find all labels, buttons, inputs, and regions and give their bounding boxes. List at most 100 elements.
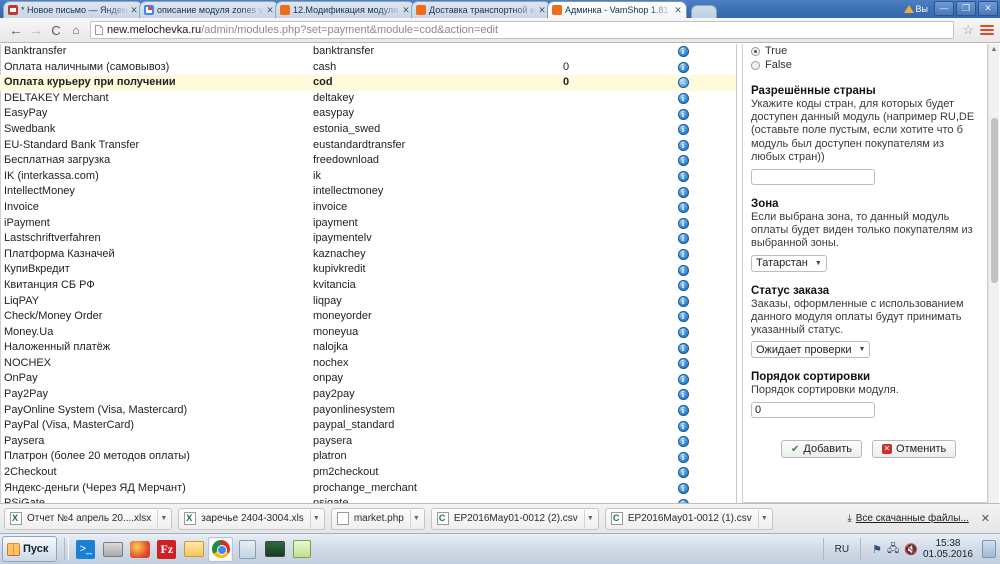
filezilla-icon[interactable]: Fz (154, 537, 179, 562)
chevron-down-icon[interactable]: ▼ (309, 509, 322, 528)
cancel-button[interactable]: ✕ Отменить (872, 440, 957, 459)
table-row[interactable]: iPayment ipayment i (0, 216, 736, 232)
table-row[interactable]: PSiGatepsigatei (0, 496, 736, 503)
module-action-cell[interactable]: i (663, 326, 703, 338)
table-row[interactable]: Invoice invoice i (0, 200, 736, 216)
show-all-downloads-link[interactable]: ⤓ Все скачанные файлы... (847, 513, 968, 524)
module-action-cell[interactable]: → (663, 77, 703, 89)
module-action-cell[interactable]: i (663, 249, 703, 261)
download-item[interactable]: EP2016May01-0012 (2).csv ▼ (430, 507, 599, 530)
module-action-cell[interactable]: i (663, 108, 703, 120)
show-desktop-button[interactable] (982, 540, 996, 558)
sort-order-input[interactable] (751, 402, 875, 419)
tab-close-icon[interactable]: ✕ (537, 5, 547, 16)
chevron-down-icon[interactable]: ▼ (757, 509, 770, 528)
page-scrollbar[interactable]: ▲ (988, 44, 999, 503)
module-action-cell[interactable]: i (663, 233, 703, 245)
info-icon[interactable]: i (677, 358, 689, 370)
clock[interactable]: 15:38 01.05.2016 (923, 538, 973, 560)
zone-select[interactable]: Татарстан ▼ (751, 254, 827, 272)
calculator-icon[interactable] (235, 537, 260, 562)
module-action-cell[interactable]: i (663, 61, 703, 73)
module-action-cell[interactable]: i (663, 295, 703, 307)
browser-tab-2[interactable]: описание модуля zones va ✕ (139, 1, 279, 18)
new-tab-button[interactable] (691, 5, 717, 18)
module-action-cell[interactable]: i (663, 280, 703, 292)
info-icon[interactable]: i (677, 311, 689, 323)
module-action-cell[interactable]: i (663, 124, 703, 136)
browser-tab-3[interactable]: 12.Модификация модуля д ✕ (275, 1, 415, 18)
menu-icon[interactable] (980, 25, 994, 35)
module-action-cell[interactable]: i (663, 217, 703, 229)
table-row[interactable]: Lastschriftverfahren ipaymentelv i (0, 231, 736, 247)
notification-badge[interactable]: Вы (903, 4, 928, 14)
table-row[interactable]: Money.Ua moneyua i (0, 325, 736, 341)
network-icon[interactable]: 🖧 (887, 540, 899, 559)
language-indicator[interactable]: RU (835, 544, 849, 555)
back-icon[interactable]: ← (6, 22, 26, 38)
table-row[interactable]: Check/Money Order moneyorder i (0, 309, 736, 325)
radio-false-row[interactable]: False (751, 58, 979, 72)
info-icon[interactable]: i (677, 202, 689, 214)
table-row[interactable]: Квитанция СБ РФ kvitancia i (0, 278, 736, 294)
module-action-cell[interactable]: i (663, 264, 703, 276)
table-row[interactable]: PayPal (Visa, MasterCard) paypal_standard… (0, 418, 736, 434)
minimize-button[interactable]: — (934, 1, 954, 16)
close-button[interactable]: ✕ (978, 1, 998, 16)
info-icon[interactable]: i (677, 404, 689, 416)
module-action-cell[interactable]: i (663, 155, 703, 167)
info-icon[interactable]: i (677, 451, 689, 463)
table-row[interactable]: Бесплатная загрузка freedownload i (0, 153, 736, 169)
module-action-cell[interactable]: i (663, 186, 703, 198)
info-icon[interactable]: i (677, 389, 689, 401)
info-icon[interactable]: i (677, 264, 689, 276)
notepad-icon[interactable] (289, 537, 314, 562)
radio-true-icon[interactable] (751, 46, 760, 56)
info-icon[interactable]: i (677, 326, 689, 338)
module-action-cell[interactable]: i (663, 358, 703, 370)
folder-icon[interactable] (181, 537, 206, 562)
radio-true-row[interactable]: True (751, 44, 979, 58)
info-icon[interactable]: i (677, 61, 689, 73)
info-icon[interactable]: i (677, 217, 689, 229)
info-icon[interactable]: i (677, 373, 689, 385)
info-icon[interactable]: i (677, 295, 689, 307)
browser-tab-1[interactable]: * Новое письмо — Яндекс. ✕ (3, 1, 143, 18)
table-row[interactable]: Paysera paysera i (0, 434, 736, 450)
table-row[interactable]: PayOnline System (Visa, Mastercard) payon… (0, 403, 736, 419)
browser-tab-4[interactable]: Доставка транспортной ко ✕ (411, 1, 551, 18)
module-action-cell[interactable]: i (663, 420, 703, 432)
info-icon[interactable]: i (677, 342, 689, 354)
info-icon[interactable]: i (677, 186, 689, 198)
home-icon[interactable]: ⌂ (66, 23, 86, 37)
tab-close-icon[interactable]: ✕ (265, 5, 275, 16)
module-action-cell[interactable]: i (663, 202, 703, 214)
info-icon[interactable]: i (677, 124, 689, 136)
order-status-select[interactable]: Ожидает проверки ▼ (751, 341, 871, 359)
table-row[interactable]: LiqPAY liqpay i (0, 294, 736, 310)
download-item[interactable]: заречье 2404-3004.xls ▼ (178, 507, 325, 530)
radio-false-icon[interactable] (751, 60, 760, 70)
table-row[interactable]: Pay2Pay pay2pay i (0, 387, 736, 403)
info-icon[interactable]: i (677, 420, 689, 432)
module-action-cell[interactable]: i (663, 342, 703, 354)
table-row[interactable]: Платформа Казначей kaznachey i (0, 247, 736, 263)
module-action-cell[interactable]: i (663, 467, 703, 479)
info-icon[interactable]: i (677, 280, 689, 292)
info-icon[interactable]: i (677, 93, 689, 105)
flag-icon[interactable]: ⚑ (872, 543, 882, 556)
start-button[interactable]: Пуск (2, 536, 58, 562)
chevron-down-icon[interactable]: ▼ (583, 509, 596, 528)
info-icon[interactable]: i (677, 139, 689, 151)
module-action-cell[interactable]: i (663, 93, 703, 105)
module-action-cell[interactable]: i (663, 311, 703, 323)
module-action-cell[interactable]: i (663, 171, 703, 183)
reload-icon[interactable]: C (46, 23, 66, 38)
table-row[interactable]: DELTAKEY Merchant deltakey i (0, 91, 736, 107)
module-action-cell[interactable]: i (663, 389, 703, 401)
download-item[interactable]: EP2016May01-0012 (1).csv ▼ (604, 507, 773, 530)
module-action-cell[interactable]: i (663, 139, 703, 151)
module-action-cell[interactable]: i (663, 46, 703, 58)
table-row[interactable]: Оплата курьеру при получении cod 0 → (0, 75, 736, 91)
bookmark-star-icon[interactable]: ☆ (962, 22, 974, 38)
